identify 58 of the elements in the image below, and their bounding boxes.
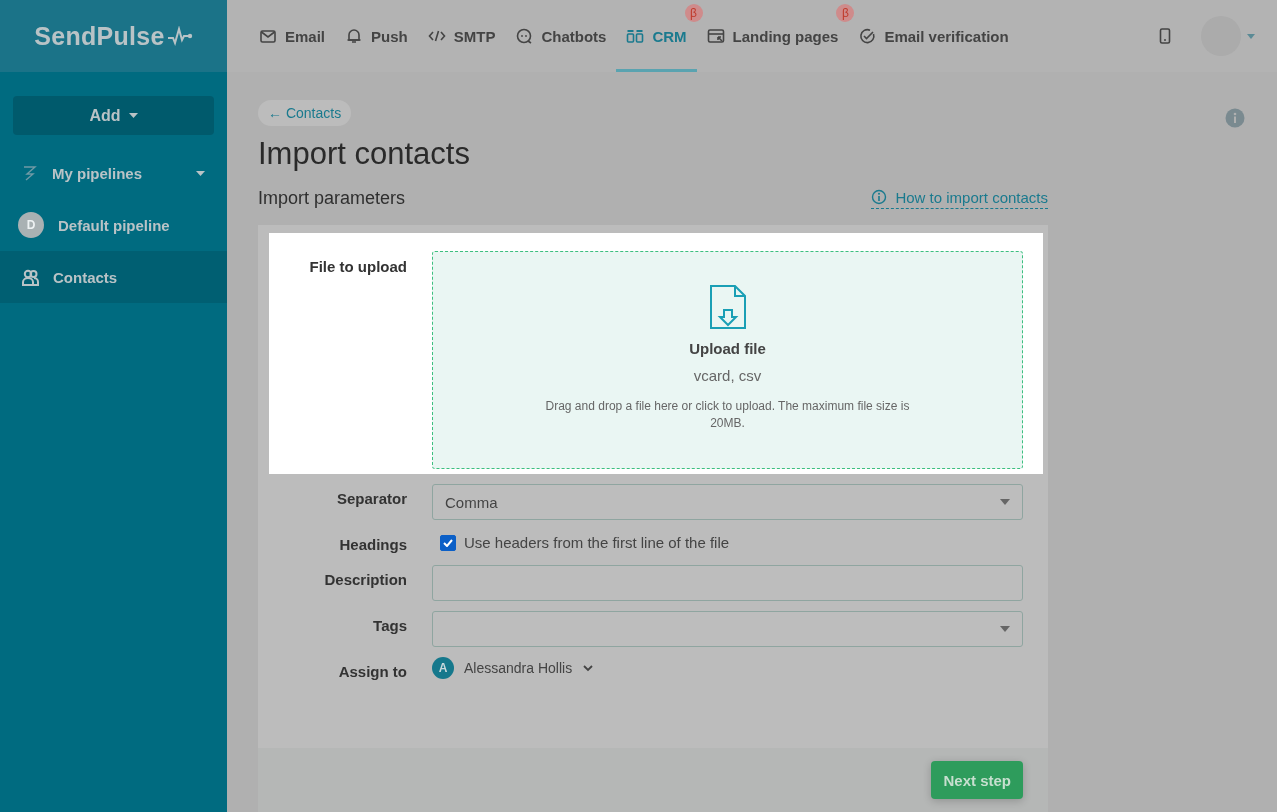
assignee-dropdown[interactable]: A Alessandra Hollis [432, 657, 595, 679]
nav-tab[interactable]: CRM [616, 21, 697, 51]
field-label: File to upload [308, 257, 407, 277]
add-button[interactable]: Add [13, 96, 214, 135]
page-title: Import contacts [258, 136, 471, 172]
logo-text: SendPulse [34, 21, 165, 51]
field-label: Description [323, 570, 407, 588]
chevron-down-icon [582, 664, 595, 672]
lightning-icon [22, 165, 38, 181]
sidebar-item[interactable]: My pipelines [0, 147, 227, 199]
upload-formats: vcard, csv [693, 367, 762, 384]
phone-icon[interactable] [1159, 28, 1171, 44]
nav-tab[interactable]: Push [335, 21, 418, 51]
info-icon[interactable] [1225, 108, 1245, 128]
check-circle-icon [858, 27, 877, 45]
caret-icon [1000, 499, 1010, 505]
select-field[interactable]: Comma [432, 484, 1023, 520]
checkbox[interactable] [440, 534, 456, 551]
select-field[interactable] [432, 611, 1023, 647]
field-label: Assign to [337, 662, 407, 680]
checkmark-icon [443, 538, 453, 547]
people-icon [22, 268, 39, 286]
upload-dropzone[interactable]: Upload file vcard, csv Drag and drop a file here or click to upload. The maximum file size is 20MB. [432, 251, 1023, 469]
file-download-icon [708, 284, 747, 330]
pipeline-avatar: D [18, 212, 44, 238]
nav-tab[interactable]: Email verification [848, 21, 1019, 51]
nav-tab[interactable]: Chatbots [505, 21, 617, 51]
sidebar-item[interactable]: Contacts [0, 251, 227, 303]
beta-badge: β [836, 4, 855, 22]
chat-bubble-icon [515, 27, 534, 45]
select-value: Comma [445, 493, 498, 511]
input-field[interactable] [432, 565, 1023, 601]
info-icon [871, 189, 888, 205]
nav-tab[interactable]: Email [249, 21, 336, 51]
next-step-button[interactable]: Next step [931, 761, 1023, 799]
user-menu[interactable] [1201, 16, 1255, 56]
caret-icon [1000, 626, 1010, 632]
browser-window-icon [706, 27, 725, 45]
section-title: Import parameters [258, 188, 406, 209]
caret-icon [196, 170, 205, 176]
caret-icon [128, 113, 138, 118]
help-link[interactable]: How to import contacts [871, 188, 1048, 209]
field-label: Headings [338, 535, 407, 553]
upload-hint: Drag and drop a file here or click to upload. The maximum file size is 20MB. [544, 398, 911, 432]
bell-icon [345, 27, 364, 45]
columns-icon [626, 27, 645, 45]
envelope-icon [259, 27, 277, 45]
checkbox-label: Use headers from the first line of the file [464, 534, 730, 551]
nav-tab[interactable]: Landing pages [696, 21, 849, 51]
beta-badge: β [684, 4, 703, 22]
nav-tab[interactable]: SMTP [417, 21, 506, 51]
field-label: Tags [372, 616, 407, 634]
back-link[interactable]: ← Contacts [258, 100, 352, 126]
pulse-icon [166, 26, 193, 46]
sidebar-item[interactable]: D Default pipeline [0, 199, 227, 251]
field-label: Separator [335, 489, 407, 507]
caret-icon [1247, 33, 1255, 39]
upload-title: Upload file [689, 340, 766, 357]
